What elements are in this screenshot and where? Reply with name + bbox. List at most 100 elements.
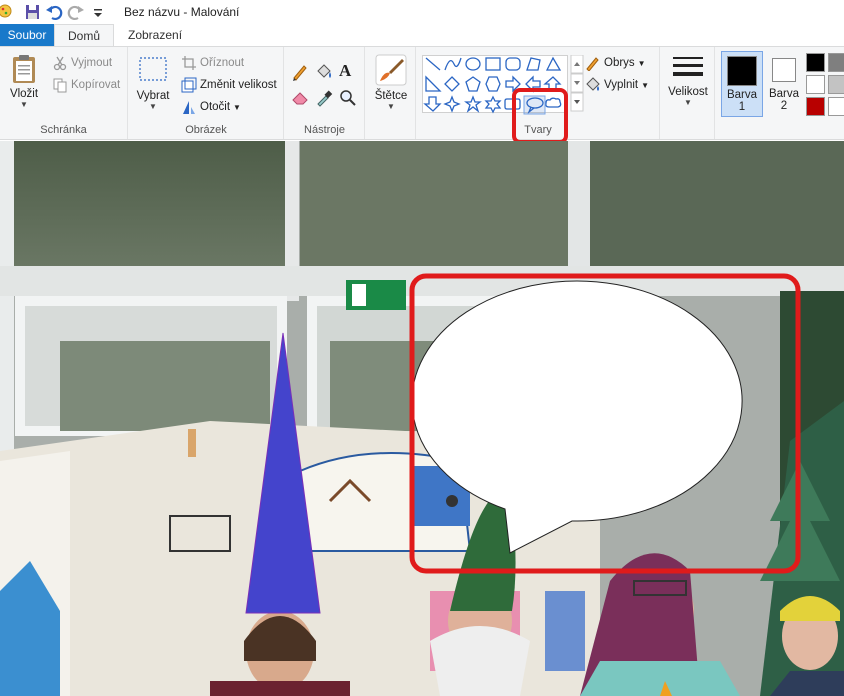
drawing-canvas[interactable] bbox=[0, 141, 844, 696]
line-width-icon bbox=[673, 57, 703, 76]
size-label: Velikost bbox=[668, 86, 708, 98]
polygon-shape-icon[interactable] bbox=[526, 57, 541, 71]
fill-bucket-icon bbox=[585, 77, 601, 93]
hexagon-shape-icon[interactable] bbox=[485, 76, 501, 92]
brush-icon bbox=[375, 54, 407, 86]
rounded-rectangle-shape-icon[interactable] bbox=[505, 57, 521, 71]
cut-button[interactable]: Vyjmout bbox=[52, 55, 112, 71]
crop-label: Oříznout bbox=[200, 57, 245, 69]
image-group: Vybrat ▼ Oříznout Změnit velikost Otočit… bbox=[129, 47, 284, 139]
crop-icon bbox=[181, 55, 197, 71]
palette-color-dark-red[interactable] bbox=[806, 97, 825, 116]
save-icon[interactable] bbox=[22, 2, 42, 22]
colors-group: Barva 1 Barva 2 bbox=[716, 47, 844, 139]
color1-label: Barva bbox=[726, 89, 758, 101]
shapes-group: Obrys ▼ Vyplnit ▼ Tvary bbox=[417, 47, 660, 144]
rotate-icon bbox=[181, 99, 197, 115]
outline-pencil-icon bbox=[585, 55, 601, 72]
pencil-tool[interactable] bbox=[291, 63, 309, 84]
eraser-tool[interactable] bbox=[291, 89, 309, 110]
paste-button[interactable]: Vložit ▼ bbox=[4, 53, 44, 109]
select-button[interactable]: Vybrat ▼ bbox=[133, 55, 173, 111]
canvas-photo bbox=[0, 141, 844, 696]
chevron-down-icon: ▼ bbox=[149, 102, 157, 111]
ribbon-tabs: Soubor Domů Zobrazení bbox=[0, 24, 844, 46]
text-a-icon: A bbox=[339, 61, 352, 80]
resize-button[interactable]: Změnit velikost bbox=[181, 77, 277, 93]
clipboard-group: Vložit ▼ Vyjmout Kopírovat Schránka bbox=[0, 47, 128, 139]
size-group: Velikost ▼ bbox=[661, 47, 715, 139]
magnifier-icon bbox=[340, 90, 356, 106]
triangle-shape-icon[interactable] bbox=[545, 56, 562, 71]
rectangle-shape-icon[interactable] bbox=[485, 57, 501, 71]
magnifier-tool[interactable] bbox=[339, 89, 357, 110]
line-shape-icon[interactable] bbox=[425, 57, 441, 71]
rotate-button[interactable]: Otočit ▼ bbox=[181, 99, 241, 115]
six-point-star-shape-icon[interactable] bbox=[484, 95, 502, 114]
fill-button[interactable]: Vyplnit ▼ bbox=[585, 77, 649, 93]
rotate-label: Otočit bbox=[200, 101, 231, 113]
brushes-group: Štětce ▼ bbox=[366, 47, 416, 139]
title-bar: Bez názvu - Malování bbox=[0, 0, 844, 24]
chevron-down-icon: ▼ bbox=[641, 80, 650, 90]
curve-shape-icon[interactable] bbox=[444, 57, 462, 71]
ribbon: Vložit ▼ Vyjmout Kopírovat Schránka Vybr… bbox=[0, 46, 844, 144]
outline-button[interactable]: Obrys ▼ bbox=[585, 55, 646, 72]
quick-access-toolbar bbox=[0, 0, 110, 24]
select-label: Vybrat bbox=[136, 90, 170, 102]
pencil-icon bbox=[293, 65, 307, 81]
text-tool[interactable]: A bbox=[339, 61, 351, 81]
resize-icon bbox=[181, 77, 197, 93]
color1-swatch bbox=[727, 56, 757, 86]
brushes-button[interactable]: Štětce ▼ bbox=[370, 53, 412, 111]
color2-swatch bbox=[772, 58, 796, 82]
palette-color-black[interactable] bbox=[806, 53, 825, 72]
crop-button[interactable]: Oříznout bbox=[181, 55, 244, 71]
tools-group: A Nástroje bbox=[285, 47, 365, 139]
five-point-star-shape-icon[interactable] bbox=[464, 95, 482, 113]
redo-icon[interactable] bbox=[66, 2, 86, 22]
fill-tool[interactable] bbox=[315, 63, 333, 84]
tools-group-label: Nástroje bbox=[304, 124, 345, 136]
pentagon-shape-icon[interactable] bbox=[465, 76, 481, 92]
down-arrow-shape-icon[interactable] bbox=[423, 96, 442, 112]
oval-shape-icon[interactable] bbox=[465, 57, 481, 71]
shapes-group-label: Tvary bbox=[524, 124, 552, 136]
customize-dropdown-icon[interactable] bbox=[88, 2, 108, 22]
four-point-star-shape-icon[interactable] bbox=[443, 95, 461, 113]
chevron-down-icon: ▼ bbox=[637, 58, 646, 68]
chevron-down-icon: ▼ bbox=[233, 102, 241, 112]
color-picker-tool[interactable] bbox=[315, 89, 333, 110]
paint-app-icon[interactable] bbox=[0, 2, 20, 22]
copy-label: Kopírovat bbox=[71, 79, 121, 91]
paste-label: Vložit bbox=[9, 88, 39, 100]
diamond-shape-icon[interactable] bbox=[444, 76, 460, 92]
palette-color-light-gray[interactable] bbox=[828, 75, 844, 94]
chevron-down-icon: ▼ bbox=[387, 102, 395, 111]
copy-button[interactable]: Kopírovat bbox=[52, 77, 120, 93]
right-triangle-shape-icon[interactable] bbox=[425, 75, 442, 92]
tab-home[interactable]: Domů bbox=[54, 24, 114, 46]
select-rectangle-icon bbox=[139, 57, 167, 81]
palette-color-white-2[interactable] bbox=[828, 97, 844, 116]
window-title: Bez názvu - Malování bbox=[124, 5, 240, 19]
outline-label: Obrys bbox=[604, 57, 635, 69]
clipboard-icon bbox=[13, 55, 35, 83]
palette-color-gray[interactable] bbox=[828, 53, 844, 72]
scissors-icon bbox=[52, 55, 68, 71]
tab-file[interactable]: Soubor bbox=[0, 24, 54, 46]
tab-view[interactable]: Zobrazení bbox=[118, 24, 192, 46]
chevron-down-icon: ▼ bbox=[684, 98, 692, 107]
eyedropper-icon bbox=[317, 90, 333, 107]
cut-label: Vyjmout bbox=[71, 57, 113, 69]
image-group-label: Obrázek bbox=[185, 124, 227, 136]
palette-color-white[interactable] bbox=[806, 75, 825, 94]
color1-button[interactable]: Barva 1 bbox=[721, 51, 763, 117]
color2-button[interactable]: Barva 2 bbox=[765, 51, 803, 117]
size-button[interactable]: Velikost ▼ bbox=[665, 55, 711, 107]
fill-label: Vyplnit bbox=[604, 79, 639, 91]
eraser-icon bbox=[292, 92, 308, 105]
undo-icon[interactable] bbox=[44, 2, 64, 22]
chevron-down-icon: ▼ bbox=[20, 100, 28, 109]
brushes-label: Štětce bbox=[374, 90, 408, 102]
